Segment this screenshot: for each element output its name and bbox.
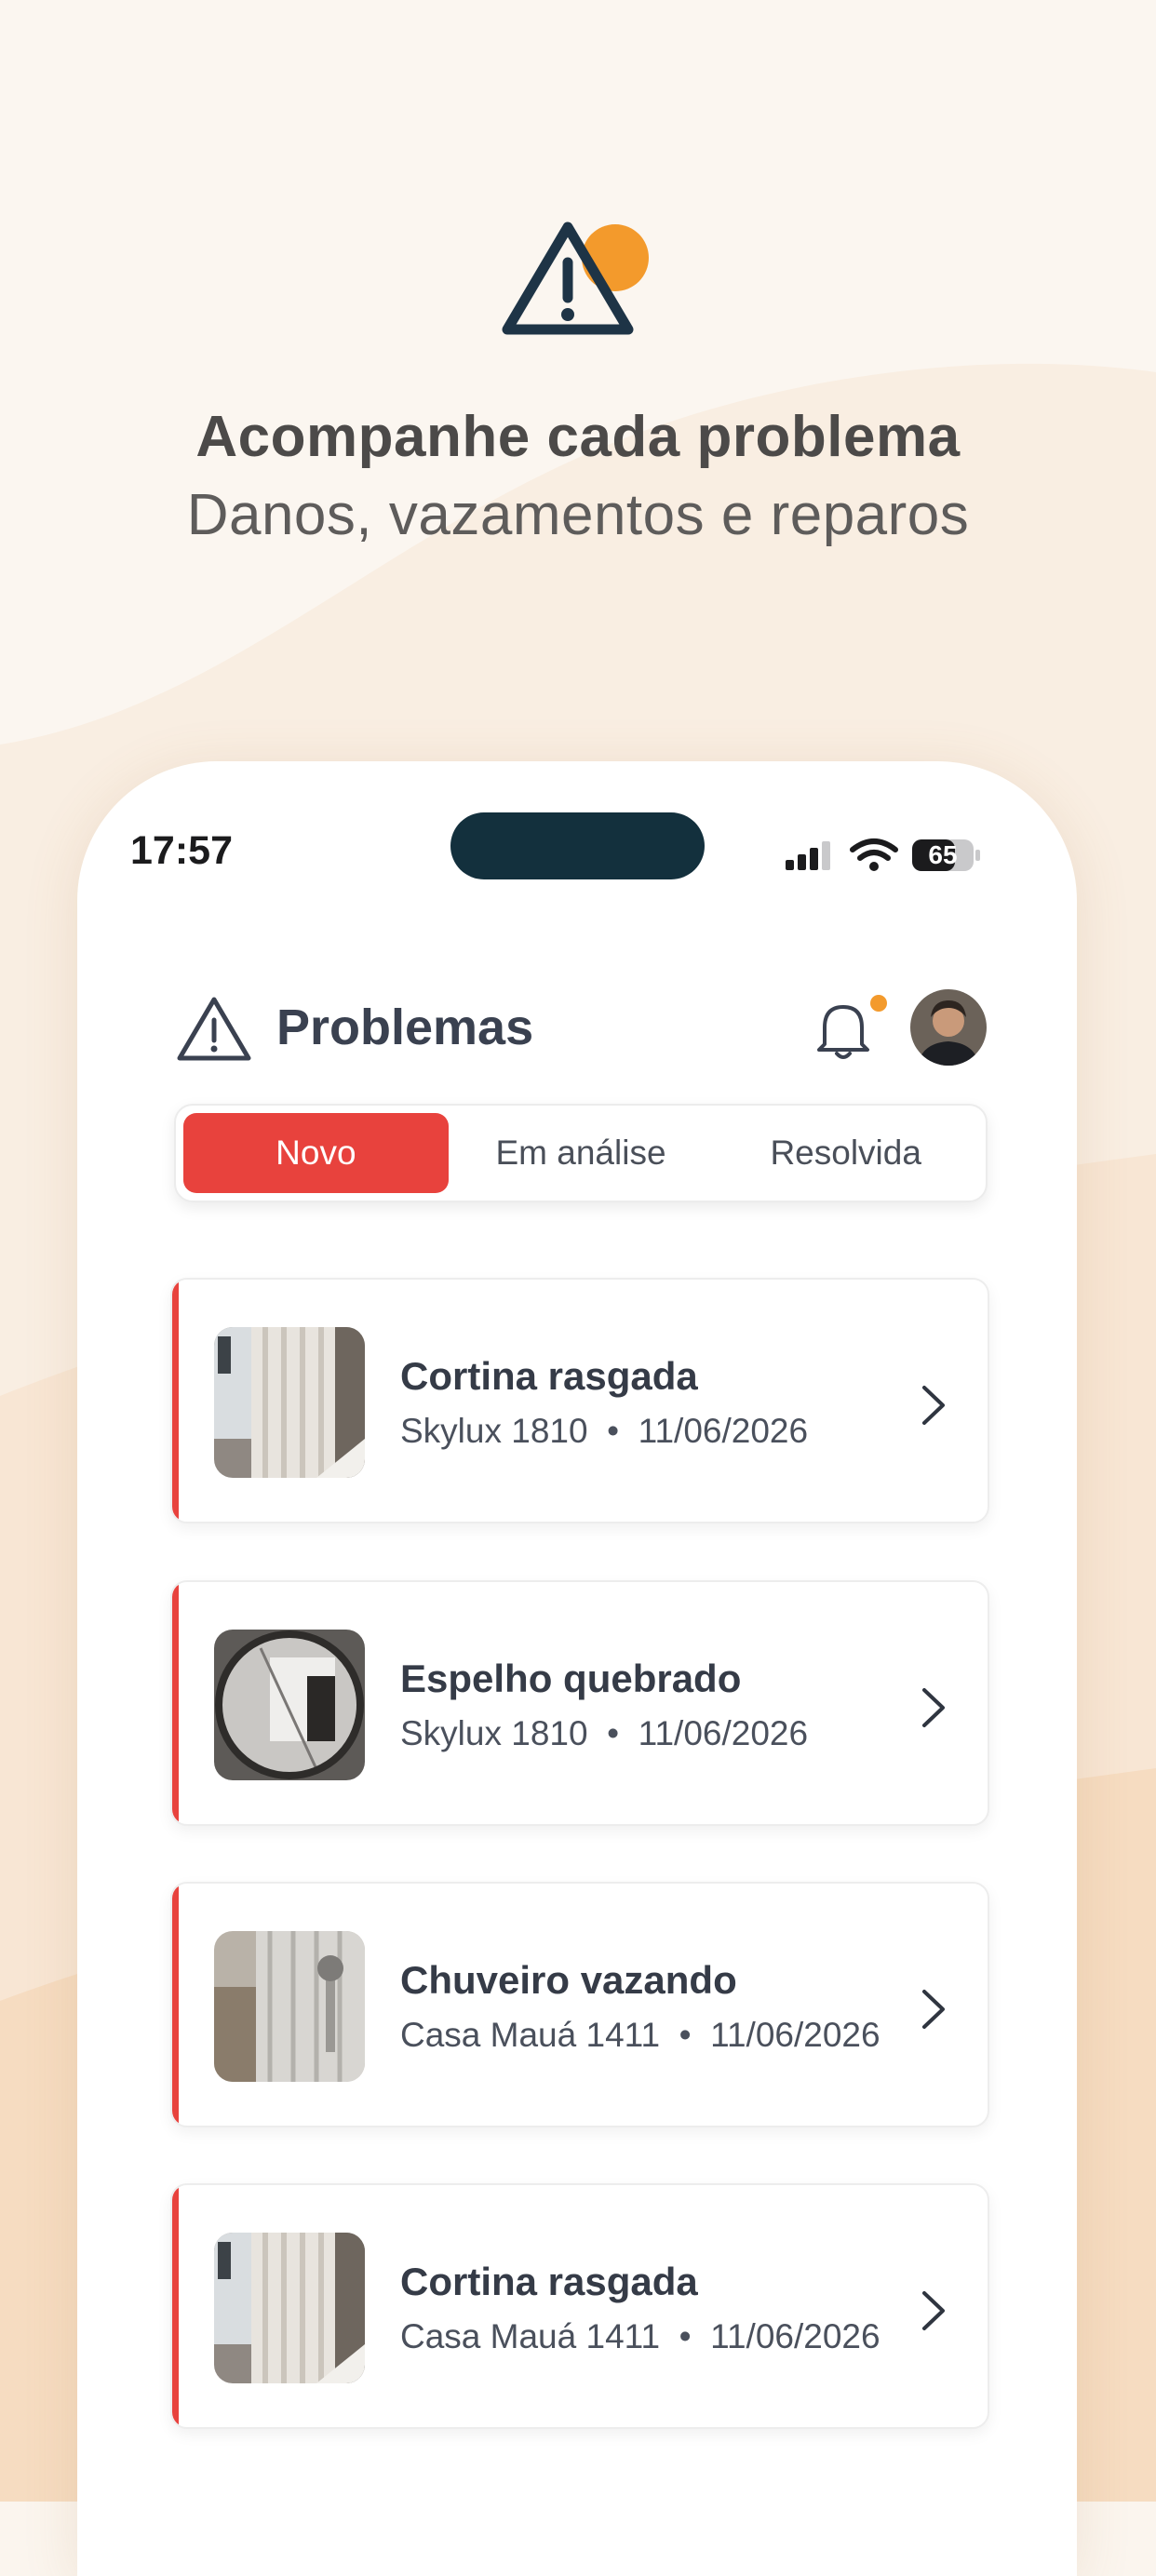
issue-title: Cortina rasgada <box>400 2260 698 2303</box>
dynamic-island <box>450 812 705 879</box>
status-bar-accent <box>172 1280 179 1522</box>
wifi-icon <box>850 839 898 861</box>
hero-title: Acompanhe cada problema <box>195 405 961 469</box>
tab-resolvida[interactable]: Resolvida <box>713 1113 978 1193</box>
warning-triangle-icon <box>502 221 649 335</box>
signal-icon <box>786 841 830 870</box>
issue-title: Espelho quebrado <box>400 1657 742 1700</box>
tab-em-analise[interactable]: Em análise <box>449 1113 714 1193</box>
issue-photo <box>214 2233 365 2383</box>
notification-dot <box>870 995 887 1012</box>
chevron-right-icon <box>922 1386 945 1425</box>
warning-triangle-icon <box>177 997 251 1061</box>
hero-subtitle: Danos, vazamentos e reparos <box>186 483 970 547</box>
page-title: Problemas <box>276 1000 534 1055</box>
issue-card[interactable]: Cortina rasgada Skylux 1810 • 11/06/2026 <box>170 1278 989 1523</box>
issue-meta: Skylux 1810 • 11/06/2026 <box>400 1412 809 1450</box>
chevron-right-icon <box>922 2291 945 2330</box>
issue-photo <box>214 1630 365 1780</box>
issue-meta: Skylux 1810 • 11/06/2026 <box>400 1714 809 1752</box>
issue-card[interactable]: Chuveiro vazando Casa Mauá 1411 • 11/06/… <box>170 1882 989 2127</box>
status-tabs: Novo Em análise Resolvida <box>174 1104 988 1202</box>
status-bar-accent <box>172 2185 179 2427</box>
battery-level: 65 <box>928 840 958 869</box>
chevron-right-icon <box>922 1688 945 1727</box>
status-bar-accent <box>172 1582 179 1824</box>
issue-title: Chuveiro vazando <box>400 1958 737 2002</box>
issue-card[interactable]: Espelho quebrado Skylux 1810 • 11/06/202… <box>170 1580 989 1826</box>
issue-title: Cortina rasgada <box>400 1354 698 1398</box>
avatar[interactable] <box>910 989 987 1066</box>
status-bar-accent <box>172 1884 179 2126</box>
issue-meta: Casa Mauá 1411 • 11/06/2026 <box>400 2317 880 2355</box>
issue-card[interactable]: Cortina rasgada Casa Mauá 1411 • 11/06/2… <box>170 2183 989 2429</box>
chevron-right-icon <box>922 1990 945 2029</box>
issue-photo <box>214 1327 365 1478</box>
tab-novo[interactable]: Novo <box>183 1113 449 1193</box>
status-time: 17:57 <box>130 828 233 873</box>
bell-icon[interactable] <box>812 998 875 1063</box>
issue-photo <box>214 1931 365 2082</box>
issue-meta: Casa Mauá 1411 • 11/06/2026 <box>400 2016 880 2054</box>
